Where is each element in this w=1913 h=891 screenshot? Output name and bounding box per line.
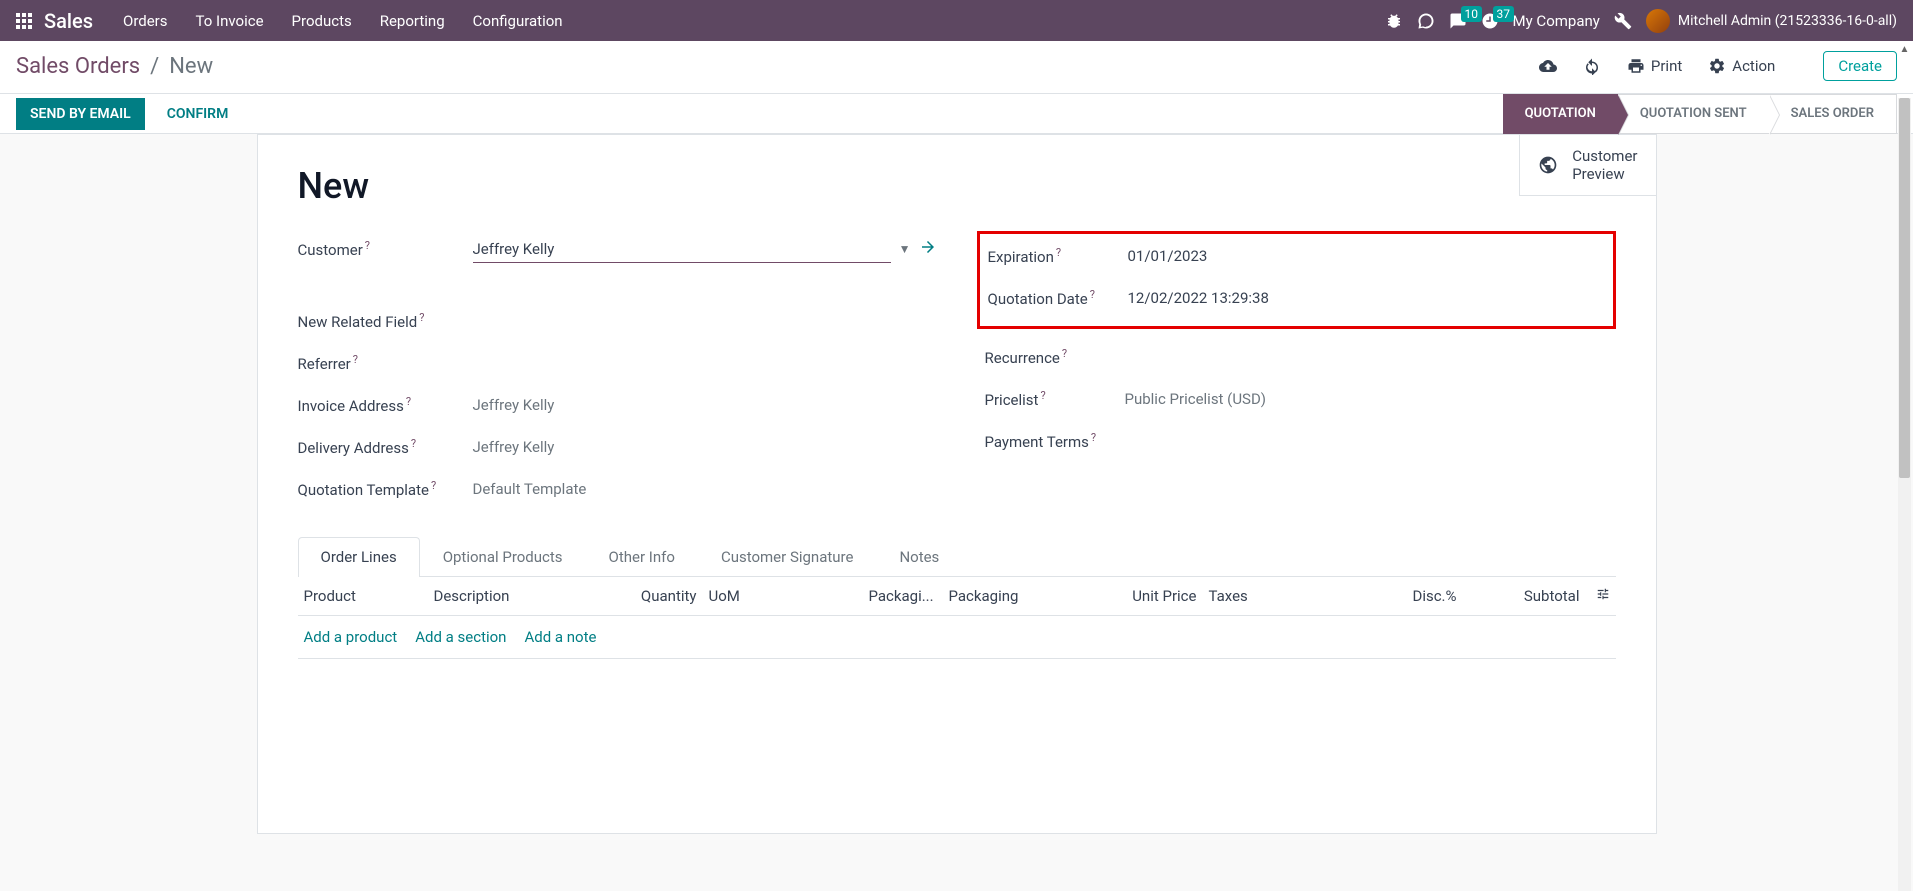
add-section-link[interactable]: Add a section [415,628,506,646]
th-packagi: Packagi... [863,587,943,605]
breadcrumb-current: New [169,54,213,79]
new-related-field-label: New Related Field? [298,311,473,331]
th-description: Description [428,587,603,605]
user-menu[interactable]: Mitchell Admin (21523336-16-0-all) [1646,9,1897,33]
form-sheet: Customer Preview New Customer? ▼ [257,134,1657,834]
referrer-label: Referrer? [298,353,473,373]
delivery-address-value[interactable]: Jeffrey Kelly [473,438,937,456]
invoice-address-label: Invoice Address? [298,395,473,415]
tab-other-info[interactable]: Other Info [586,537,698,576]
status-bar: SEND BY EMAIL CONFIRM QUOTATION QUOTATIO… [0,94,1913,134]
activities-icon[interactable]: 37 [1481,12,1499,30]
nav-products[interactable]: Products [278,12,366,30]
username: Mitchell Admin (21523336-16-0-all) [1678,13,1897,29]
highlighted-fields: Expiration? 01/01/2023 Quotation Date? 1… [977,231,1616,329]
tools-icon[interactable] [1614,12,1632,30]
stages: QUOTATION QUOTATION SENT SALES ORDER [1503,94,1897,134]
control-panel: Sales Orders / New Print Action Create [0,41,1913,94]
quotation-date-value[interactable]: 12/02/2022 13:29:38 [1128,289,1605,307]
action-label: Action [1732,57,1775,75]
nav-to-invoice[interactable]: To Invoice [182,12,278,30]
add-note-link[interactable]: Add a note [524,628,596,646]
delivery-address-label: Delivery Address? [298,437,473,457]
customer-preview-button[interactable]: Customer Preview [1519,135,1655,196]
expiration-label: Expiration? [988,246,1128,266]
navbar: Sales Orders To Invoice Products Reporti… [0,0,1913,41]
invoice-address-value[interactable]: Jeffrey Kelly [473,396,937,414]
messages-badge: 10 [1461,6,1483,22]
print-button[interactable]: Print [1627,57,1682,75]
scroll-up-icon[interactable]: ▲ [1898,42,1911,56]
tab-notes[interactable]: Notes [876,537,962,576]
bug-icon[interactable] [1385,12,1403,30]
print-label: Print [1651,57,1682,75]
customer-input[interactable] [473,236,891,263]
globe-icon [1538,155,1558,175]
breadcrumb: Sales Orders / New [16,54,213,79]
th-disc: Disc.% [1363,587,1463,605]
table-header: Product Description Quantity UoM Packagi… [298,577,1616,616]
stage-sales-order[interactable]: SALES ORDER [1769,94,1897,134]
th-packaging: Packaging [943,587,1103,605]
recurrence-label: Recurrence? [985,347,1125,367]
th-product: Product [298,587,428,605]
breadcrumb-sep: / [150,54,159,79]
customer-dropdown-icon[interactable]: ▼ [899,242,911,256]
customer-label: Customer? [298,239,473,259]
company-selector[interactable]: My Company [1513,12,1600,30]
th-taxes: Taxes [1203,587,1363,605]
tab-optional-products[interactable]: Optional Products [420,537,586,576]
th-quantity: Quantity [603,587,703,605]
breadcrumb-root[interactable]: Sales Orders [16,54,140,79]
messages-icon[interactable]: 10 [1449,12,1467,30]
payment-terms-label: Payment Terms? [985,431,1125,451]
save-cloud-button[interactable] [1539,57,1557,75]
nav-orders[interactable]: Orders [109,12,182,30]
tab-customer-signature[interactable]: Customer Signature [698,537,877,576]
th-subtotal: Subtotal [1463,587,1586,605]
th-options-icon[interactable] [1586,587,1616,605]
brand[interactable]: Sales [40,9,109,33]
scrollbar-thumb[interactable] [1899,98,1910,478]
stage-quotation-sent[interactable]: QUOTATION SENT [1618,94,1769,134]
page-title: New [298,165,1616,207]
customer-open-icon[interactable] [919,238,937,260]
tab-order-lines[interactable]: Order Lines [298,537,420,577]
apps-icon[interactable] [8,5,40,37]
stage-quotation[interactable]: QUOTATION [1503,94,1618,134]
order-lines-table: Product Description Quantity UoM Packagi… [298,577,1616,659]
th-unit-price: Unit Price [1103,587,1203,605]
pricelist-label: Pricelist? [985,389,1125,409]
activities-badge: 37 [1493,6,1515,22]
quotation-template-value[interactable]: Default Template [473,480,937,498]
create-button[interactable]: Create [1823,51,1897,81]
avatar [1646,9,1670,33]
nav-configuration[interactable]: Configuration [459,12,577,30]
support-icon[interactable] [1417,12,1435,30]
quotation-date-label: Quotation Date? [988,288,1128,308]
nav-reporting[interactable]: Reporting [366,12,459,30]
discard-button[interactable] [1583,57,1601,75]
th-uom: UoM [703,587,863,605]
quotation-template-label: Quotation Template? [298,479,473,499]
tabs: Order Lines Optional Products Other Info… [298,537,1616,577]
send-by-email-button[interactable]: SEND BY EMAIL [16,98,145,130]
add-row: Add a product Add a section Add a note [298,616,1616,659]
add-product-link[interactable]: Add a product [304,628,398,646]
pricelist-value[interactable]: Public Pricelist (USD) [1125,390,1608,408]
confirm-button[interactable]: CONFIRM [153,98,243,130]
scrollbar[interactable]: ▲ [1898,98,1911,891]
expiration-value[interactable]: 01/01/2023 [1128,247,1605,265]
customer-preview-line2: Preview [1572,165,1637,183]
customer-preview-line1: Customer [1572,147,1637,165]
action-button[interactable]: Action [1708,57,1775,75]
